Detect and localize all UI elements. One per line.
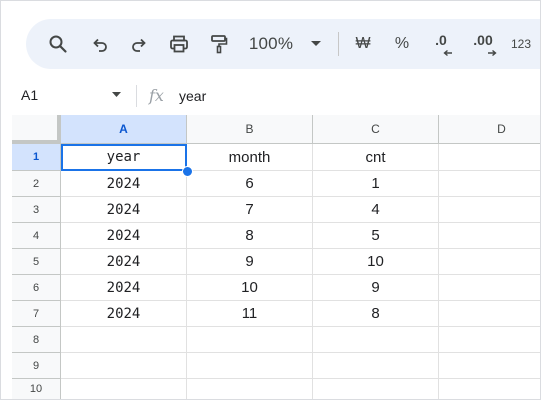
- column-header-d[interactable]: D: [439, 115, 540, 144]
- cell-d4[interactable]: [439, 223, 540, 249]
- percent-icon: %: [394, 35, 410, 52]
- cell-d9[interactable]: [439, 353, 540, 379]
- row-header-3[interactable]: 3: [12, 197, 61, 223]
- cell-d2[interactable]: [439, 171, 540, 197]
- cell-a9[interactable]: [61, 353, 187, 379]
- row-header-5[interactable]: 5: [12, 249, 61, 275]
- cell-c1[interactable]: cnt: [313, 144, 439, 171]
- row-header-8[interactable]: 8: [12, 327, 61, 353]
- name-box-chevron-down-icon[interactable]: [111, 87, 122, 106]
- cell-c5[interactable]: 10: [313, 249, 439, 275]
- fill-handle[interactable]: [182, 166, 193, 177]
- redo-icon[interactable]: [126, 19, 152, 69]
- select-all-corner[interactable]: [12, 115, 61, 144]
- cell-b7[interactable]: 11: [187, 301, 313, 327]
- zoom-value: 100%: [248, 34, 294, 53]
- row-header-4[interactable]: 4: [12, 223, 61, 249]
- cell-d1[interactable]: [439, 144, 540, 171]
- cell-d8[interactable]: [439, 327, 540, 353]
- cell-c9[interactable]: [313, 353, 439, 379]
- more-formats-button[interactable]: 123: [508, 19, 534, 69]
- column-header-c[interactable]: C: [313, 115, 439, 144]
- cell-a8[interactable]: [61, 327, 187, 353]
- cell-c6[interactable]: 9: [313, 275, 439, 301]
- search-menus-icon[interactable]: [45, 19, 71, 69]
- cell-d3[interactable]: [439, 197, 540, 223]
- format-currency-button[interactable]: ₩: [351, 19, 375, 69]
- row-header-1[interactable]: 1: [12, 144, 61, 171]
- formula-bar-divider: [136, 85, 137, 107]
- undo-icon[interactable]: [87, 19, 113, 69]
- increase-decimal-icon: .00: [473, 32, 493, 48]
- row-header-10[interactable]: 10: [12, 379, 61, 399]
- cell-d7[interactable]: [439, 301, 540, 327]
- format-percent-button[interactable]: %: [390, 19, 414, 69]
- more-formats-label: 123: [510, 37, 532, 51]
- cell-c4[interactable]: 5: [313, 223, 439, 249]
- cell-c10[interactable]: [313, 379, 439, 399]
- cell-a2[interactable]: 2024: [61, 171, 187, 197]
- toolbar: 100% ₩ % .0 .00 123: [26, 19, 540, 69]
- cell-d6[interactable]: [439, 275, 540, 301]
- cell-c2[interactable]: 1: [313, 171, 439, 197]
- cell-b9[interactable]: [187, 353, 313, 379]
- row-header-9[interactable]: 9: [12, 353, 61, 379]
- paint-format-icon[interactable]: [206, 19, 232, 69]
- zoom-chevron-down-icon[interactable]: [308, 19, 324, 69]
- cell-c7[interactable]: 8: [313, 301, 439, 327]
- toolbar-divider: [338, 32, 339, 56]
- cell-b6[interactable]: 10: [187, 275, 313, 301]
- spreadsheet-window: 100% ₩ % .0 .00 123 A1 fx year A B C D 1…: [0, 0, 541, 400]
- cell-b2[interactable]: 6: [187, 171, 313, 197]
- cell-a3[interactable]: 2024: [61, 197, 187, 223]
- won-icon: ₩: [355, 35, 371, 52]
- row-header-6[interactable]: 6: [12, 275, 61, 301]
- cell-b3[interactable]: 7: [187, 197, 313, 223]
- cell-a4[interactable]: 2024: [61, 223, 187, 249]
- cell-b5[interactable]: 9: [187, 249, 313, 275]
- cell-b4[interactable]: 8: [187, 223, 313, 249]
- column-header-b[interactable]: B: [187, 115, 313, 144]
- cell-a5[interactable]: 2024: [61, 249, 187, 275]
- cell-a7[interactable]: 2024: [61, 301, 187, 327]
- cell-a10[interactable]: [61, 379, 187, 399]
- cell-a6[interactable]: 2024: [61, 275, 187, 301]
- cell-d10[interactable]: [439, 379, 540, 399]
- print-icon[interactable]: [166, 19, 192, 69]
- column-header-a[interactable]: A: [61, 115, 187, 144]
- row-header-2[interactable]: 2: [12, 171, 61, 197]
- increase-decimal-button[interactable]: .00: [467, 19, 499, 69]
- cell-c3[interactable]: 4: [313, 197, 439, 223]
- cell-a1[interactable]: year: [61, 144, 187, 171]
- decrease-decimal-icon: .0: [435, 32, 447, 48]
- formula-input[interactable]: year: [179, 88, 206, 104]
- zoom-select[interactable]: 100%: [246, 19, 296, 69]
- cell-c8[interactable]: [313, 327, 439, 353]
- cell-b8[interactable]: [187, 327, 313, 353]
- cell-b1[interactable]: month: [187, 144, 313, 171]
- cell-b10[interactable]: [187, 379, 313, 399]
- row-header-7[interactable]: 7: [12, 301, 61, 327]
- cell-d5[interactable]: [439, 249, 540, 275]
- decrease-decimal-button[interactable]: .0: [426, 19, 456, 69]
- fx-icon: fx: [149, 86, 164, 105]
- name-box[interactable]: A1: [21, 87, 38, 103]
